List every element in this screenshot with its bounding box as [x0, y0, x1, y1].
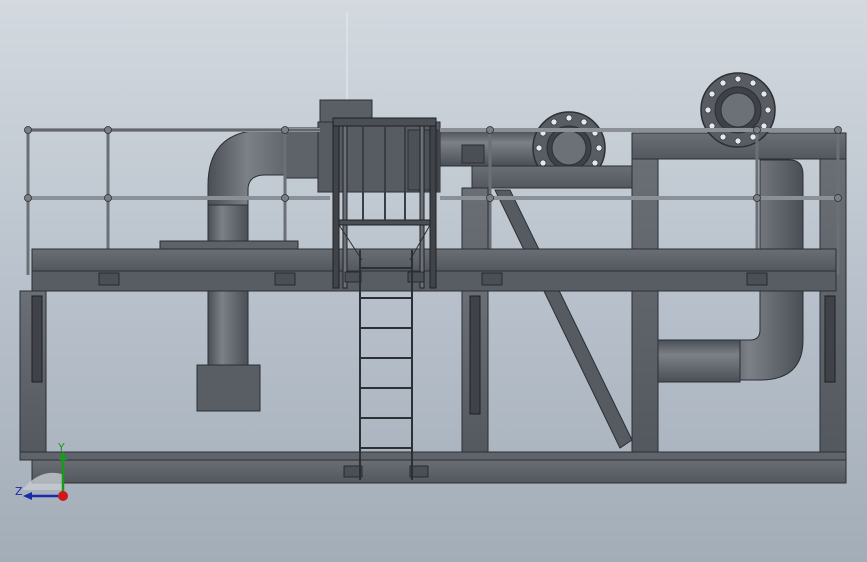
middle-flange-bore — [551, 130, 587, 166]
cad-viewport[interactable]: Y Z — [0, 0, 867, 562]
diagonal-brace — [494, 189, 633, 449]
left-inner-post — [31, 295, 43, 383]
left-pipe-reducer — [196, 364, 261, 412]
mid-inner-post — [469, 295, 481, 415]
z-axis-label: Z — [15, 485, 23, 498]
middle-pipe-box — [461, 144, 485, 164]
y-axis-label: Y — [57, 441, 65, 454]
right-pipe-assembly[interactable] — [657, 72, 804, 383]
left-pipe-coupling — [285, 127, 321, 179]
triad-origin — [58, 491, 68, 501]
right-pipe-horizontal — [657, 339, 741, 383]
base-plate — [19, 451, 847, 461]
triad-shadow — [22, 472, 62, 490]
middle-bracket-beam — [471, 165, 633, 189]
coordinate-triad: Y Z — [15, 441, 68, 501]
base-beam — [31, 458, 847, 484]
deck-plate — [159, 240, 299, 250]
top-flange-bore — [720, 92, 756, 128]
skid-model-front-view[interactable] — [0, 0, 867, 562]
z-axis-arrow — [23, 492, 32, 500]
right-inner-post — [824, 295, 836, 383]
lower-frame[interactable] — [19, 290, 847, 484]
right-frame-column-left — [631, 158, 659, 460]
